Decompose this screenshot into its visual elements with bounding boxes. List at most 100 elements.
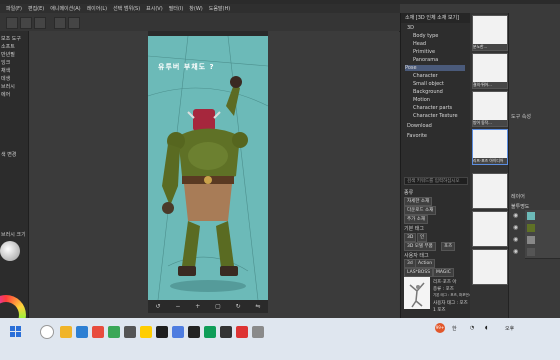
material-thumbnail[interactable] [472, 249, 508, 285]
artboard[interactable] [148, 36, 268, 300]
tag-button[interactable]: 3D [404, 233, 417, 242]
subtool-item[interactable]: 채색 [1, 67, 10, 74]
tree-item-download[interactable]: Download [407, 123, 432, 129]
notification-badge[interactable]: 99+ [435, 323, 445, 333]
redo-button[interactable] [68, 17, 80, 29]
tag-button[interactable]: 포즈 [441, 242, 456, 251]
undo-button[interactable] [54, 17, 66, 29]
tree-item-favorite[interactable]: Favorite [407, 133, 427, 139]
user-tag-button[interactable]: LAS*BOSS [404, 268, 434, 277]
menu-filter[interactable]: 필터(I) [169, 5, 184, 12]
material-thumbnail[interactable]: 결의·뛰어... [472, 53, 508, 89]
eye-icon[interactable]: ◉ [513, 236, 518, 243]
menu-help[interactable]: 도움말(H) [209, 5, 230, 12]
menu-selection[interactable]: 선택 범위(S) [113, 5, 140, 12]
search-icon[interactable] [40, 325, 54, 339]
app-icon[interactable] [252, 326, 264, 338]
app-icon[interactable] [124, 326, 136, 338]
material-search-input[interactable]: 검색 키워드를 입력하십시오 [404, 177, 468, 185]
tree-item[interactable]: Primitive [413, 49, 435, 55]
file-explorer-icon[interactable] [60, 326, 72, 338]
material-thumbnail-selected[interactable]: 리프·포즈 아이디어 [472, 129, 508, 165]
tree-item[interactable]: Small object [413, 81, 444, 87]
menu-edit[interactable]: 편집(E) [28, 5, 44, 12]
tree-item[interactable]: Body type [413, 33, 438, 39]
subtool-item[interactable]: 만년필 [1, 51, 15, 58]
subtool-item[interactable]: 보조 도구 [1, 35, 21, 42]
edge-icon[interactable] [76, 326, 88, 338]
filter-button[interactable]: 추가 소재 [404, 215, 428, 224]
material-thumbnail[interactable]: 분노한... [472, 15, 508, 51]
filter-button[interactable]: 자세한 소재 [404, 197, 433, 206]
user-tag-button[interactable]: 3d [404, 259, 416, 268]
language-indicator[interactable]: 한 [452, 325, 457, 332]
flip-icon[interactable]: ⇋ [256, 303, 261, 310]
filter-button[interactable]: 다운로드 소재 [404, 206, 437, 215]
subtool-item[interactable]: 소프트 [1, 43, 15, 50]
material-thumbnail[interactable] [472, 211, 508, 247]
menu-file[interactable]: 파일(F) [6, 5, 22, 12]
tree-item[interactable]: Motion [413, 97, 430, 103]
material-thumbnail[interactable]: 방어 동작... [472, 91, 508, 127]
app-icon[interactable] [236, 326, 248, 338]
tool-property-label: 도구 속성 [511, 114, 531, 120]
app-icon[interactable] [220, 326, 232, 338]
layer-row[interactable] [525, 246, 560, 259]
subtool-item[interactable]: 에어 [1, 91, 10, 98]
eye-icon[interactable]: ◉ [513, 212, 518, 219]
new-file-button[interactable] [6, 17, 18, 29]
tag-button[interactable]: 인 [417, 233, 428, 242]
windows-start-icon[interactable] [10, 326, 22, 338]
wifi-icon[interactable]: ◔ [470, 325, 474, 331]
open-button[interactable] [20, 17, 32, 29]
tree-item[interactable]: Character [413, 73, 438, 79]
material-thumbnail[interactable] [472, 173, 508, 209]
fit-icon[interactable]: ▢ [215, 303, 221, 310]
user-tag-button[interactable]: MAGIC [433, 268, 454, 277]
basic-tag-label: 기본 태그 [404, 226, 424, 232]
layer-label: 레이어 [511, 194, 525, 200]
tree-item[interactable]: Background [413, 89, 443, 95]
menu-animation[interactable]: 애니메이션(A) [50, 5, 80, 12]
tree-item[interactable]: Panorama [413, 57, 438, 63]
eye-icon[interactable]: ◉ [513, 248, 518, 255]
kakao-icon[interactable] [140, 326, 152, 338]
preview-user-tag: 사용자 태그 : 포즈 [433, 301, 468, 306]
clock[interactable]: 오후 [505, 325, 514, 332]
zoom-in-icon[interactable]: + [195, 303, 200, 310]
app-icon[interactable] [188, 326, 200, 338]
menu-view[interactable]: 표시(V) [146, 5, 163, 12]
rotate-right-icon[interactable]: ↻ [236, 303, 241, 310]
app-icon[interactable] [172, 326, 184, 338]
canvas-control-bar: ↺ − + ▢ ↻ ⇋ [148, 300, 268, 313]
tree-item[interactable]: Head [413, 41, 426, 47]
rotate-left-icon[interactable]: ↺ [155, 303, 160, 310]
eye-icon[interactable]: ◉ [513, 224, 518, 231]
subtool-item[interactable]: 데생 [1, 75, 10, 82]
material-preview-image [404, 277, 430, 309]
subtool-item[interactable]: 잉크 [1, 59, 10, 66]
preview-title: 리프·포즈 아 [433, 280, 457, 285]
tag-button[interactable]: 3D 모델 부품 [404, 242, 436, 251]
subtool-item[interactable]: 브러시 [1, 83, 15, 90]
material-thumbnail-list: 분노한... 결의·뛰어... 방어 동작... 리프·포즈 아이디어 [470, 13, 508, 318]
user-tag-button[interactable]: Action [415, 259, 436, 268]
tree-item-3d[interactable]: 3D [407, 25, 414, 31]
app-icon[interactable] [204, 326, 216, 338]
material-panel: 소재 [3D 인체 소재 보기] 3D Body type Head Primi… [400, 13, 493, 318]
menu-window[interactable]: 창(W) [189, 5, 202, 12]
material-panel-header: 소재 [3D 인체 소재 보기] [401, 13, 471, 23]
app-icon[interactable] [92, 326, 104, 338]
brush-size-preview[interactable] [0, 241, 20, 261]
clip-studio-icon[interactable] [156, 326, 168, 338]
chrome-icon[interactable] [108, 326, 120, 338]
zoom-out-icon[interactable]: − [175, 303, 180, 310]
tree-item[interactable]: Character Texture [413, 113, 458, 119]
volume-icon[interactable]: ◖ [485, 325, 488, 331]
character-figure[interactable] [148, 36, 268, 300]
subtool-item[interactable]: 색 변경 [1, 151, 16, 158]
tree-item[interactable]: Character parts [413, 105, 452, 111]
menu-layer[interactable]: 레이어(L) [87, 5, 108, 12]
tree-item-pose-selected[interactable]: Pose [405, 65, 465, 71]
save-button[interactable] [34, 17, 46, 29]
